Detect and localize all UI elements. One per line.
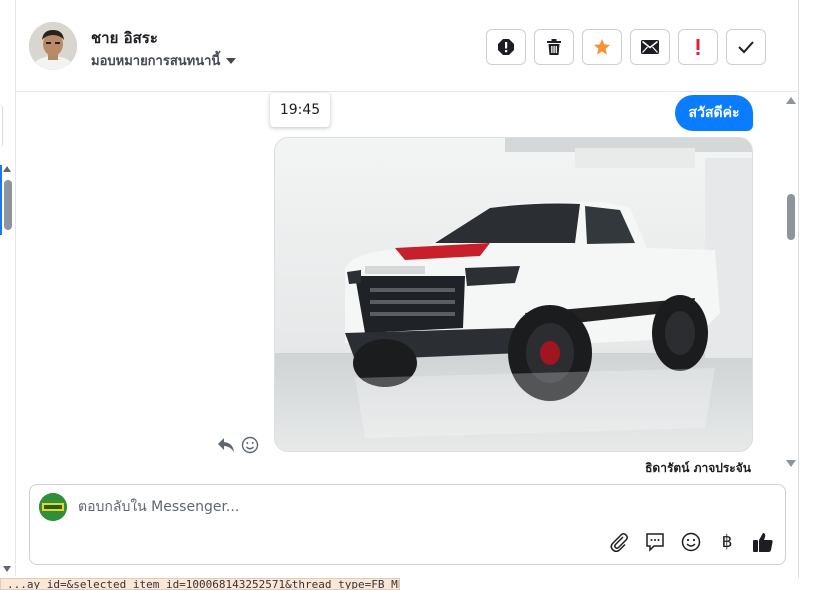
paperclip-icon: [610, 533, 628, 552]
emoji-reaction-icon[interactable]: [241, 436, 259, 454]
star-button[interactable]: [582, 29, 622, 65]
report-spam-button[interactable]: [486, 29, 526, 65]
timestamp-tooltip: 19:45: [270, 93, 330, 127]
page: ชาย อิสระ มอบหมายการสนทนานี้ สวัสดีค่ะ 1…: [0, 0, 816, 590]
mark-done-button[interactable]: [726, 29, 766, 65]
message-list: สวัสดีค่ะ 19:45 ธิดารัตน์ ภาจประจัน: [16, 93, 799, 475]
active-indicator: [0, 165, 2, 235]
outgoing-message-bubble[interactable]: สวัสดีค่ะ: [675, 95, 753, 131]
contact-name[interactable]: ชาย อิสระ: [91, 26, 158, 50]
assign-conversation-dropdown[interactable]: มอบหมายการสนทนานี้: [91, 50, 237, 71]
delete-button[interactable]: [534, 29, 574, 65]
page-avatar: [39, 493, 67, 521]
chevron-down-icon: [226, 57, 237, 64]
like-button[interactable]: [752, 531, 774, 553]
pickup-truck-photo[interactable]: [274, 137, 753, 452]
outer-scroll-down-arrow[interactable]: [3, 566, 11, 572]
contact-avatar[interactable]: [29, 22, 77, 70]
thread-header: ชาย อิสระ มอบหมายการสนทนานี้: [16, 0, 799, 92]
star-icon: [594, 39, 610, 55]
list-card-edge[interactable]: [0, 105, 3, 147]
baht-icon: ฿: [721, 532, 733, 552]
outer-scrollbar-thumb[interactable]: [4, 180, 12, 230]
checkmark-icon: [738, 41, 754, 54]
outer-list-panel: [0, 0, 16, 576]
thread-panel: ชาย อิสระ มอบหมายการสนทนานี้ สวัสดีค่ะ 1…: [16, 0, 799, 578]
message-hover-tools: [217, 436, 259, 454]
payment-button[interactable]: ฿: [716, 531, 738, 553]
header-actions: [486, 29, 766, 65]
flag-button[interactable]: [678, 29, 718, 65]
message-scrollbar-thumb[interactable]: [787, 194, 795, 240]
emoji-icon: [681, 532, 701, 552]
attach-button[interactable]: [608, 531, 630, 553]
reply-composer: ฿: [29, 484, 786, 565]
envelope-icon: [641, 40, 659, 54]
message-scroll-down-arrow[interactable]: [786, 460, 796, 467]
trash-icon: [547, 39, 561, 55]
exclamation-circle-icon: [498, 39, 514, 55]
exclamation-red-icon: [696, 39, 700, 55]
message-scroll-up-arrow[interactable]: [786, 97, 796, 104]
url-status-bar: ...ay_id=&selected_item_id=1000681432525…: [0, 578, 400, 590]
saved-replies-button[interactable]: [644, 531, 666, 553]
sender-name: ธิดารัตน์ ภาจประจัน: [645, 461, 751, 475]
composer-toolbar: ฿: [608, 531, 774, 553]
mark-unread-button[interactable]: [630, 29, 670, 65]
assign-label: มอบหมายการสนทนานี้: [91, 54, 221, 69]
thumbs-up-icon: [753, 533, 773, 552]
reply-input[interactable]: [78, 497, 578, 517]
emoji-button[interactable]: [680, 531, 702, 553]
reply-arrow-icon[interactable]: [217, 437, 235, 453]
outer-scroll-up-arrow[interactable]: [3, 166, 11, 172]
right-margin: [800, 0, 816, 590]
chat-bubble-icon: [646, 533, 664, 552]
